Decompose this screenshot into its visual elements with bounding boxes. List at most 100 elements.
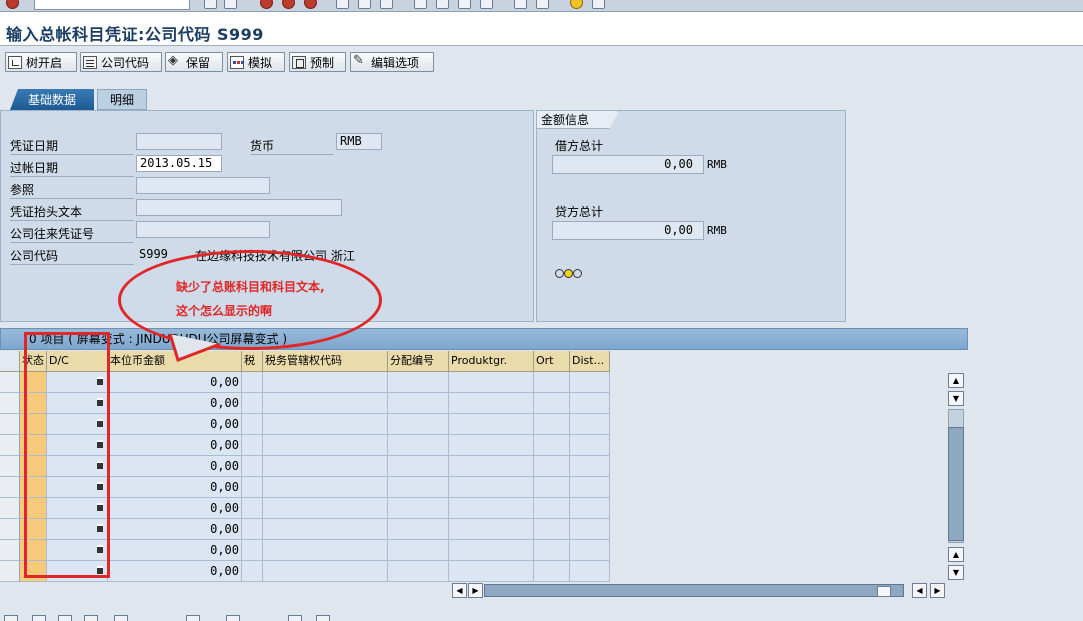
insert-row-icon[interactable]: [114, 615, 128, 621]
assignment-cell[interactable]: [388, 372, 449, 393]
col-header-assignment[interactable]: 分配编号: [388, 351, 449, 372]
amount-cell[interactable]: 0,00: [108, 561, 242, 582]
col-header-tax-jurisdiction[interactable]: 税务管辖权代码: [263, 351, 388, 372]
ort-cell[interactable]: [534, 477, 570, 498]
amount-cell[interactable]: 0,00: [108, 477, 242, 498]
assignment-cell[interactable]: [388, 414, 449, 435]
row-selector[interactable]: [0, 519, 20, 540]
header-text-field[interactable]: [136, 199, 342, 216]
col-header-product-group[interactable]: Produktgr.: [449, 351, 534, 372]
reference-field[interactable]: [136, 177, 270, 194]
last-page-icon[interactable]: [480, 0, 493, 9]
row-selector[interactable]: [0, 372, 20, 393]
scroll-left-end-icon[interactable]: ◀: [912, 583, 927, 598]
tax-jurisdiction-cell[interactable]: [263, 393, 388, 414]
doc-date-field[interactable]: [136, 133, 222, 150]
amount-cell[interactable]: 0,00: [108, 456, 242, 477]
first-item-icon[interactable]: [32, 615, 46, 621]
next-page-icon[interactable]: [458, 0, 471, 9]
edit-options-button[interactable]: 编辑选项: [350, 52, 434, 72]
new-session-icon[interactable]: [514, 0, 527, 9]
row-selector[interactable]: [0, 435, 20, 456]
posting-date-field[interactable]: 2013.05.15: [136, 155, 222, 172]
ort-cell[interactable]: [534, 414, 570, 435]
assignment-cell[interactable]: [388, 540, 449, 561]
find-icon[interactable]: [358, 0, 371, 9]
tax-jurisdiction-cell[interactable]: [263, 435, 388, 456]
sort-desc-icon[interactable]: [316, 615, 330, 621]
back-arrow-icon[interactable]: [204, 0, 217, 9]
tax-jurisdiction-cell[interactable]: [263, 372, 388, 393]
horizontal-scroll-track[interactable]: [484, 584, 904, 597]
tax-jurisdiction-cell[interactable]: [263, 498, 388, 519]
dist-cell[interactable]: [570, 477, 610, 498]
shortcut-icon[interactable]: [536, 0, 549, 9]
tax-jurisdiction-cell[interactable]: [263, 540, 388, 561]
product-group-cell[interactable]: [449, 456, 534, 477]
vertical-scrollbar[interactable]: ▲ ▼ ▲ ▼: [946, 351, 966, 581]
ort-cell[interactable]: [534, 393, 570, 414]
sort-asc-icon[interactable]: [288, 615, 302, 621]
enter-icon[interactable]: [6, 0, 19, 9]
simulate-button[interactable]: 模拟: [227, 52, 285, 72]
command-field[interactable]: [34, 0, 190, 10]
product-group-cell[interactable]: [449, 477, 534, 498]
ort-cell[interactable]: [534, 435, 570, 456]
currency-field[interactable]: RMB: [336, 133, 382, 150]
amount-cell[interactable]: 0,00: [108, 540, 242, 561]
product-group-cell[interactable]: [449, 561, 534, 582]
scroll-page-down-icon[interactable]: ▼: [948, 391, 964, 406]
row-selector[interactable]: [0, 477, 20, 498]
product-group-cell[interactable]: [449, 540, 534, 561]
col-header-tax[interactable]: 税: [242, 351, 263, 372]
col-header-ort[interactable]: Ort: [534, 351, 570, 372]
dist-cell[interactable]: [570, 498, 610, 519]
print-icon[interactable]: [336, 0, 349, 9]
amount-cell[interactable]: 0,00: [108, 372, 242, 393]
intercompany-field[interactable]: [136, 221, 270, 238]
ort-cell[interactable]: [534, 498, 570, 519]
horizontal-scroll-thumb[interactable]: [877, 586, 891, 597]
tax-jurisdiction-cell[interactable]: [263, 561, 388, 582]
layout-menu-icon[interactable]: [592, 0, 605, 9]
tax-jurisdiction-cell[interactable]: [263, 456, 388, 477]
help-icon[interactable]: [570, 0, 583, 9]
amount-cell[interactable]: 0,00: [108, 435, 242, 456]
dist-cell[interactable]: [570, 561, 610, 582]
save-icon[interactable]: [224, 0, 237, 9]
tab-details[interactable]: 明细: [97, 89, 147, 110]
scroll-down-icon[interactable]: ▼: [948, 565, 964, 580]
product-group-cell[interactable]: [449, 372, 534, 393]
ort-cell[interactable]: [534, 372, 570, 393]
assignment-cell[interactable]: [388, 393, 449, 414]
prev-item-icon[interactable]: [58, 615, 72, 621]
product-group-cell[interactable]: [449, 498, 534, 519]
ort-cell[interactable]: [534, 519, 570, 540]
tax-cell[interactable]: [242, 540, 263, 561]
scroll-page-up-icon[interactable]: ▲: [948, 547, 964, 562]
product-group-cell[interactable]: [449, 414, 534, 435]
dist-cell[interactable]: [570, 456, 610, 477]
ort-cell[interactable]: [534, 540, 570, 561]
dist-cell[interactable]: [570, 372, 610, 393]
tax-cell[interactable]: [242, 519, 263, 540]
tax-jurisdiction-cell[interactable]: [263, 477, 388, 498]
find-next-icon[interactable]: [380, 0, 393, 9]
ort-cell[interactable]: [534, 456, 570, 477]
product-group-cell[interactable]: [449, 393, 534, 414]
company-code-button[interactable]: 公司代码: [80, 52, 162, 72]
dist-cell[interactable]: [570, 519, 610, 540]
exit-icon[interactable]: [282, 0, 295, 9]
scroll-up-icon[interactable]: ▲: [948, 373, 964, 388]
detail-icon[interactable]: [4, 615, 18, 621]
row-selector[interactable]: [0, 414, 20, 435]
row-selector[interactable]: [0, 561, 20, 582]
tax-cell[interactable]: [242, 477, 263, 498]
dist-cell[interactable]: [570, 393, 610, 414]
dist-cell[interactable]: [570, 540, 610, 561]
prev-page-icon[interactable]: [436, 0, 449, 9]
tax-cell[interactable]: [242, 498, 263, 519]
select-all-header[interactable]: [0, 351, 20, 372]
hold-button[interactable]: 保留: [165, 52, 223, 72]
scroll-left-icon[interactable]: ◀: [452, 583, 467, 598]
